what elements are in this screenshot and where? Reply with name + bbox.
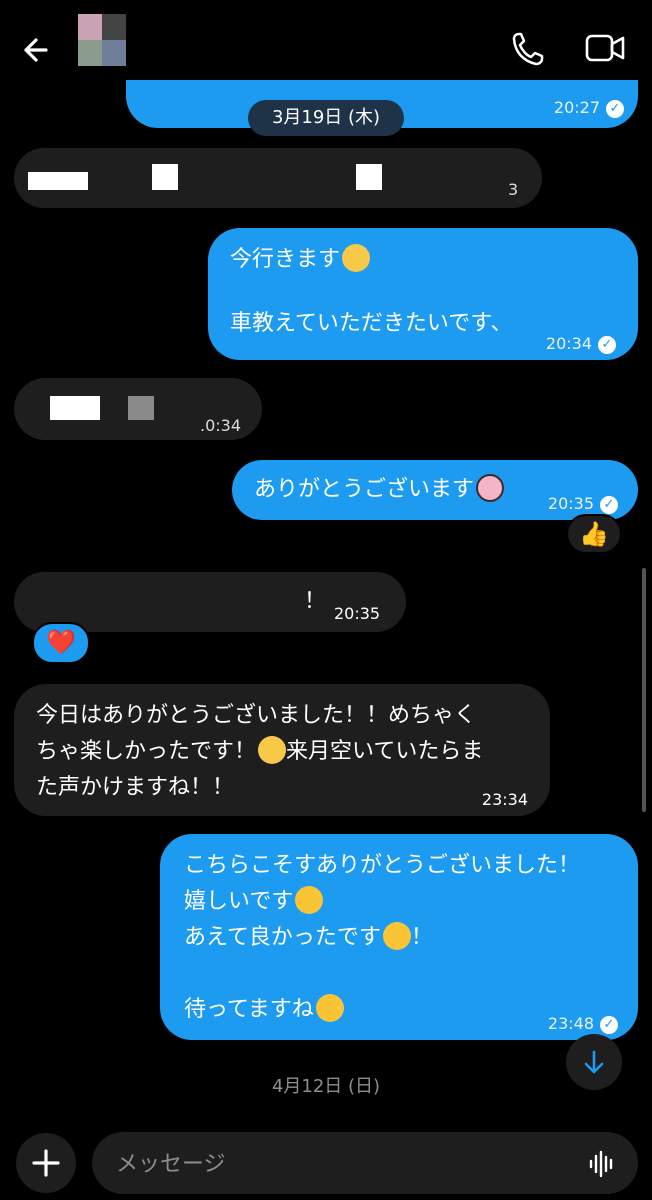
audio-wave-icon[interactable]: [588, 1150, 616, 1178]
read-receipt-icon: ✓: [598, 335, 616, 354]
phone-icon[interactable]: [510, 28, 546, 68]
message-text: ！: [304, 589, 327, 614]
chat-header: [0, 0, 652, 80]
scrollbar[interactable]: [642, 568, 646, 812]
message-bubble-incoming[interactable]: 今日はありがとうございました！！めちゃく ちゃ楽しかったです！ 来月空いていたらま…: [14, 684, 550, 816]
redacted-block: [28, 172, 88, 190]
message-bubble-outgoing[interactable]: こちらこそすありがとうございました！ 嬉しいです あえて良かったです！ 待ってま…: [160, 834, 638, 1040]
message-line: こちらこそすありがとうございました！: [184, 853, 581, 878]
message-bubble-incoming[interactable]: 3: [14, 148, 542, 208]
message-time: 3: [508, 180, 519, 199]
message-input-container[interactable]: [92, 1132, 638, 1194]
avatar[interactable]: [78, 14, 126, 66]
scroll-to-bottom-button[interactable]: [566, 1034, 622, 1090]
message-line: 今日はありがとうございました！！めちゃく: [36, 703, 477, 728]
add-attachment-button[interactable]: [16, 1133, 76, 1193]
arrow-left-icon[interactable]: [18, 30, 58, 70]
message-line: ちゃ楽しかったです！ 来月空いていたらま: [36, 734, 528, 770]
date-separator: 4月12日 (日): [271, 1076, 381, 1097]
read-receipt-icon: ✓: [600, 1015, 618, 1034]
arrow-down-icon: [584, 1050, 604, 1074]
message-time: 20:27 ✓: [554, 92, 624, 124]
message-time: 20:34 ✓: [546, 328, 616, 360]
pray-emoji-icon: [342, 244, 371, 272]
message-bubble-incoming[interactable]: .0:34: [14, 378, 262, 440]
crying-emoji-icon: [258, 736, 287, 764]
video-camera-icon[interactable]: [584, 30, 626, 66]
message-time: 23:34: [481, 790, 528, 809]
read-receipt-icon: ✓: [606, 99, 624, 118]
bowing-emoji-icon: [476, 474, 505, 502]
redacted-block: [50, 396, 100, 420]
smiling-emoji-icon: [295, 886, 324, 914]
plus-icon: [32, 1149, 60, 1177]
message-line: あえて良かったです！: [184, 920, 614, 956]
redacted-block: [356, 164, 382, 190]
reaction-thumbs-up[interactable]: 👍: [566, 514, 622, 554]
message-time: .0:34: [200, 416, 242, 435]
message-time: 20:35: [334, 604, 381, 623]
redacted-block: [128, 396, 154, 420]
message-line: 今行きます: [230, 244, 616, 276]
relieved-emoji-icon: [382, 922, 411, 950]
redacted-block: [152, 164, 178, 190]
relieved-emoji-icon: [315, 994, 344, 1022]
message-input[interactable]: [114, 1144, 558, 1184]
read-receipt-icon: ✓: [600, 495, 618, 514]
reaction-heart[interactable]: ❤️: [32, 622, 90, 664]
message-bubble-outgoing[interactable]: ありがとうございます 20:35 ✓: [232, 460, 638, 520]
date-separator: 3月19日 (木): [248, 100, 404, 136]
message-line: 嬉しいです: [184, 884, 614, 920]
message-bubble-outgoing[interactable]: 今行きます 車教えていただきたいです、 20:34 ✓: [208, 228, 638, 360]
message-line: た声かけますね！！: [36, 775, 235, 800]
message-text: ありがとうございます: [254, 477, 475, 502]
